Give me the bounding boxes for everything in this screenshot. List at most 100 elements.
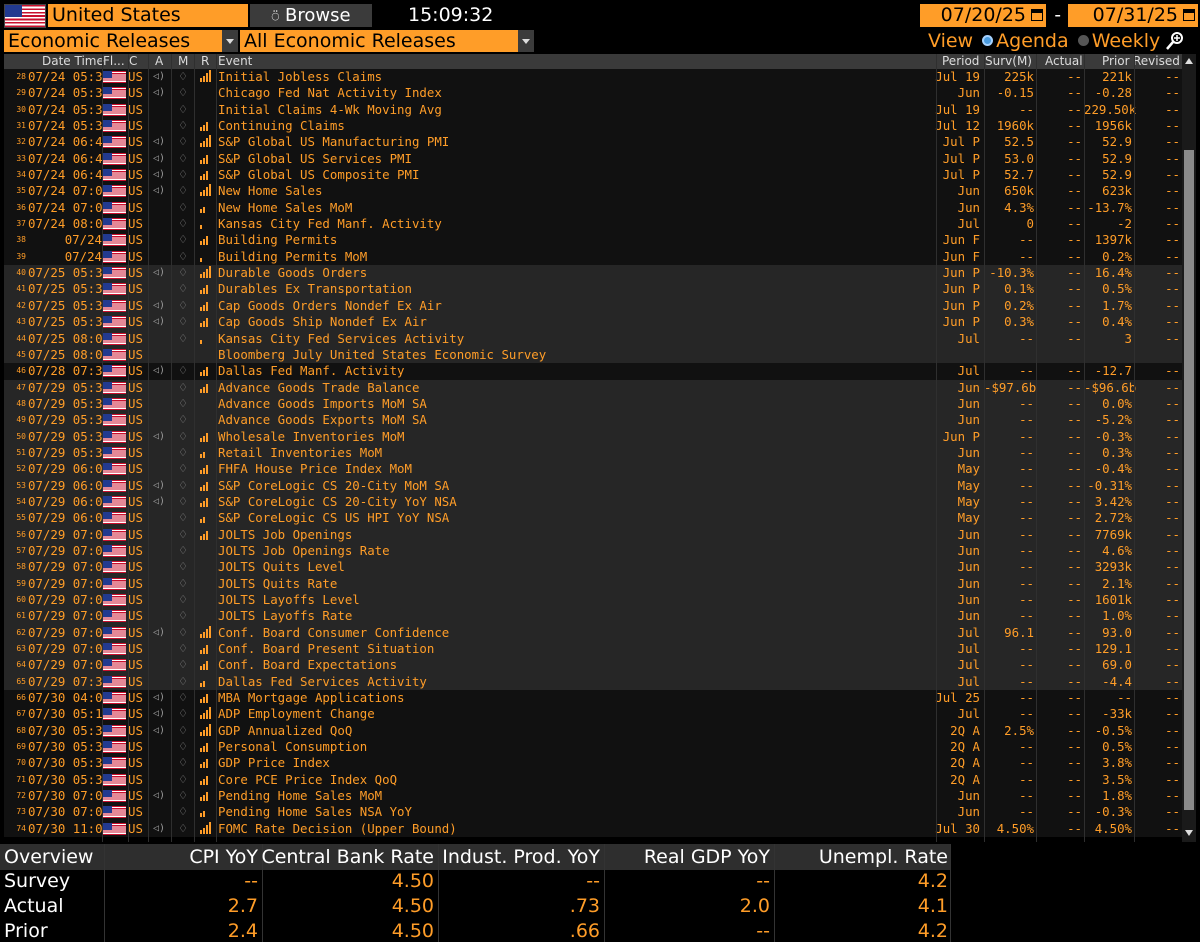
bell-icon[interactable]: ♢ <box>177 314 189 330</box>
table-row[interactable]: 56 07/29 07:00 US JOLTS Job Openings Jun -- --… <box>4 526 1182 543</box>
col-c[interactable]: C <box>129 54 137 69</box>
col-survey[interactable]: Surv(M) <box>985 54 1032 69</box>
table-row[interactable]: 30 07/24 05:30 US Initial Claims 4-Wk Movin… <box>4 101 1182 119</box>
table-row[interactable]: 43 07/25 05:30 US Cap Goods Ship Nondef Ex … <box>4 314 1182 331</box>
calendar-icon[interactable] <box>1183 9 1195 21</box>
audio-alert-icon[interactable]: ◁) <box>153 706 165 722</box>
table-row[interactable]: 62 07/29 07:00 US Conf. Board Consumer Conf… <box>4 624 1182 642</box>
bell-icon[interactable]: ♢ <box>177 608 189 624</box>
audio-alert-icon[interactable]: ◁) <box>153 298 165 314</box>
table-row[interactable]: 59 07/29 07:00 US JOLTS Quits Rate Jun -- -- 2.… <box>4 575 1182 592</box>
bell-icon[interactable]: ♢ <box>177 265 189 281</box>
table-row[interactable]: 74 07/30 11:00 US FOMC Rate Decision (Upper… <box>4 820 1182 838</box>
table-row[interactable]: 65 07/29 07:30 US Dallas Fed Services Activ… <box>4 673 1182 691</box>
bell-icon[interactable]: ♢ <box>177 821 189 837</box>
table-row[interactable]: 51 07/29 05:30 US Retail Inventories MoM Jun… <box>4 444 1182 462</box>
weekly-label[interactable]: Weekly <box>1092 30 1161 52</box>
bell-icon[interactable]: ♢ <box>177 380 189 396</box>
bell-icon[interactable]: ♢ <box>177 706 189 722</box>
table-row[interactable]: 48 07/29 05:30 US Advance Goods Imports MoM… <box>4 395 1182 413</box>
scroll-up-icon[interactable] <box>1185 58 1193 64</box>
overview-col-header[interactable]: Unempl. Rate <box>819 846 948 868</box>
audio-alert-icon[interactable]: ◁) <box>153 690 165 706</box>
chevron-down-icon[interactable] <box>518 30 534 52</box>
table-row[interactable]: 61 07/29 07:00 US JOLTS Layoffs Rate Jun -- --… <box>4 608 1182 625</box>
overview-col-header[interactable]: Real GDP YoY <box>644 846 770 868</box>
bell-icon[interactable]: ♢ <box>177 772 189 788</box>
bell-icon[interactable]: ♢ <box>177 183 189 199</box>
bell-icon[interactable]: ♢ <box>177 788 189 804</box>
bell-icon[interactable]: ♢ <box>177 167 189 183</box>
bell-icon[interactable]: ♢ <box>177 396 189 412</box>
table-row[interactable]: 60 07/29 07:00 US JOLTS Layoffs Level Jun -- -… <box>4 592 1182 609</box>
bell-icon[interactable]: ♢ <box>177 592 189 608</box>
table-row[interactable]: 68 07/30 05:30 US GDP Annualized QoQ 2Q A 2.5… <box>4 722 1182 740</box>
col-datetime[interactable]: Date Time <box>42 54 104 69</box>
col-actual[interactable]: Actual <box>1045 54 1083 69</box>
table-row[interactable]: 72 07/30 07:00 US Pending Home Sales MoM Jun… <box>4 788 1182 805</box>
table-row[interactable]: 63 07/29 07:00 US Conf. Board Present Situa… <box>4 641 1182 658</box>
bell-icon[interactable]: ♢ <box>177 576 189 592</box>
table-row[interactable]: 55 07/29 06:00 US S&P CoreLogic CS US HPI Y… <box>4 510 1182 527</box>
start-date-field[interactable]: 07/20/25 <box>920 4 1046 27</box>
table-row[interactable]: 44 07/25 08:00 US Kansas City Fed Services … <box>4 330 1182 347</box>
col-revised[interactable]: Revised <box>1133 54 1180 69</box>
bell-icon[interactable]: ♢ <box>177 739 189 755</box>
audio-alert-icon[interactable]: ◁) <box>153 625 165 641</box>
table-row[interactable]: 36 07/24 07:00 US New Home Sales MoM Jun 4.3%… <box>4 199 1182 217</box>
bell-icon[interactable]: ♢ <box>177 527 189 543</box>
bell-icon[interactable]: ♢ <box>177 331 189 347</box>
table-row[interactable]: 71 07/30 05:30 US Core PCE Price Index QoQ 2… <box>4 771 1182 789</box>
scrollbar[interactable] <box>1182 54 1196 842</box>
bell-icon[interactable]: ♢ <box>177 102 189 118</box>
browse-button[interactable]: ⍥ Browse <box>250 4 372 27</box>
bell-icon[interactable]: ♢ <box>177 363 189 379</box>
audio-alert-icon[interactable]: ◁) <box>153 134 165 150</box>
audio-alert-icon[interactable]: ◁) <box>153 821 165 837</box>
table-row[interactable]: 34 07/24 06:45 US S&P Global US Composite P… <box>4 167 1182 184</box>
col-a[interactable]: A <box>155 54 163 69</box>
table-row[interactable]: 66 07/30 04:00 US MBA Mortgage Applications… <box>4 690 1182 707</box>
bell-icon[interactable]: ♢ <box>177 412 189 428</box>
audio-alert-icon[interactable]: ◁) <box>153 265 165 281</box>
col-flag[interactable]: Fl... <box>103 54 125 69</box>
table-row[interactable]: 54 07/29 06:00 US S&P CoreLogic CS 20-City … <box>4 493 1182 511</box>
table-row[interactable]: 45 07/25 08:00 US Bloomberg July United St… <box>4 346 1182 364</box>
subcategory-select[interactable]: All Economic Releases <box>240 30 518 52</box>
audio-alert-icon[interactable]: ◁) <box>153 494 165 510</box>
table-row[interactable]: 58 07/29 07:00 US JOLTS Quits Level Jun -- -- 3… <box>4 559 1182 576</box>
audio-alert-icon[interactable]: ◁) <box>153 85 165 101</box>
table-row[interactable]: 46 07/28 07:30 US Dallas Fed Manf. Activity… <box>4 363 1182 380</box>
overview-col-header[interactable]: CPI YoY <box>189 846 258 868</box>
table-row[interactable]: 41 07/25 05:30 US Durables Ex Transportatio… <box>4 281 1182 298</box>
audio-alert-icon[interactable]: ◁) <box>153 151 165 167</box>
table-row[interactable]: 38 07/24 US Building Permits Jun F -- -- 1397k -… <box>4 232 1182 249</box>
scroll-thumb[interactable] <box>1184 150 1194 810</box>
bell-icon[interactable]: ♢ <box>177 478 189 494</box>
table-row[interactable]: 53 07/29 06:00 US S&P CoreLogic CS 20-City … <box>4 477 1182 494</box>
category-select[interactable]: Economic Releases <box>4 30 224 52</box>
table-row[interactable]: 70 07/30 05:30 US GDP Price Index 2Q A -- -- 3.… <box>4 755 1182 772</box>
table-row[interactable]: 42 07/25 05:30 US Cap Goods Orders Nondef E… <box>4 297 1182 315</box>
bell-icon[interactable]: ♢ <box>177 461 189 477</box>
scroll-down-icon[interactable] <box>1185 830 1193 836</box>
bell-icon[interactable]: ♢ <box>177 674 189 690</box>
table-row[interactable]: 37 07/24 08:00 US Kansas City Fed Manf. Act… <box>4 216 1182 233</box>
table-row[interactable]: 69 07/30 05:30 US Personal Consumption 2Q A -… <box>4 739 1182 756</box>
table-row[interactable]: 40 07/25 05:30 US Durable Goods Orders Jun P… <box>4 265 1182 282</box>
bell-icon[interactable]: ♢ <box>177 85 189 101</box>
audio-alert-icon[interactable]: ◁) <box>153 69 165 85</box>
bell-icon[interactable]: ♢ <box>177 641 189 657</box>
zoom-icon[interactable] <box>1164 30 1186 52</box>
bell-icon[interactable]: ♢ <box>177 494 189 510</box>
table-row[interactable]: 67 07/30 05:15 US ADP Employment Change Jul -… <box>4 706 1182 723</box>
bell-icon[interactable]: ♢ <box>177 134 189 150</box>
bell-icon[interactable]: ♢ <box>177 298 189 314</box>
agenda-label[interactable]: Agenda <box>996 30 1069 52</box>
bell-icon[interactable]: ♢ <box>177 804 189 820</box>
bell-icon[interactable]: ♢ <box>177 281 189 297</box>
bell-icon[interactable]: ♢ <box>177 625 189 641</box>
chevron-down-icon[interactable] <box>222 30 238 52</box>
table-row[interactable]: 49 07/29 05:30 US Advance Goods Exports MoM… <box>4 412 1182 429</box>
audio-alert-icon[interactable]: ◁) <box>153 429 165 445</box>
